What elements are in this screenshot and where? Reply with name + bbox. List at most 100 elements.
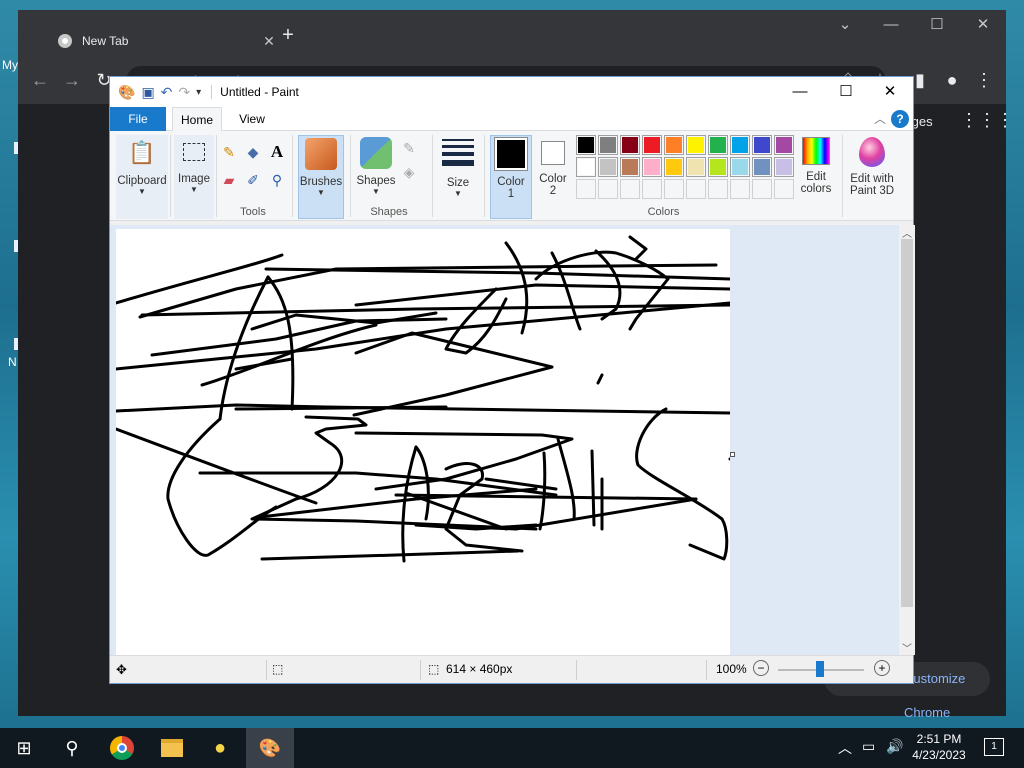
color-swatch[interactable]: [664, 157, 684, 177]
new-tab-button[interactable]: +: [276, 24, 300, 47]
brushes-button[interactable]: Brushes ▼: [298, 135, 344, 219]
ribbon-separator: [350, 135, 351, 217]
zoom-slider-thumb[interactable]: [816, 661, 824, 677]
color-swatch[interactable]: [598, 135, 618, 155]
size-button[interactable]: Size ▼: [438, 135, 478, 219]
custom-color-slot[interactable]: [576, 179, 596, 199]
desktop-icon-label[interactable]: My: [2, 58, 18, 72]
redo-icon[interactable]: ↷: [178, 84, 190, 101]
color-swatch[interactable]: [774, 157, 794, 177]
color-swatch[interactable]: [686, 157, 706, 177]
color-swatch[interactable]: [576, 135, 596, 155]
volume-icon[interactable]: 🔊: [886, 738, 903, 755]
custom-color-slot[interactable]: [752, 179, 772, 199]
paint-close-button[interactable]: ✕: [867, 77, 913, 107]
paint-app-icon[interactable]: 🎨: [118, 84, 135, 101]
profile-icon[interactable]: ●: [940, 70, 964, 91]
vertical-scrollbar[interactable]: ︿ ﹀: [899, 225, 915, 655]
back-icon[interactable]: ←: [28, 70, 52, 91]
color1-swatch: [494, 137, 528, 171]
color-swatch[interactable]: [730, 135, 750, 155]
color-swatch[interactable]: [642, 135, 662, 155]
custom-color-slot[interactable]: [642, 179, 662, 199]
status-separator: [576, 660, 577, 680]
minimize-button[interactable]: —: [868, 10, 914, 42]
paint-taskbar-icon[interactable]: 🎨: [246, 728, 294, 768]
outline-icon[interactable]: ✎: [400, 139, 418, 157]
undo-icon[interactable]: ↶: [161, 84, 173, 101]
network-icon[interactable]: ▭: [862, 738, 875, 755]
chrome-tab-bar: New Tab ✕ + ⌄ — ☐ ✕: [18, 10, 1006, 60]
save-icon[interactable]: ▣: [141, 84, 154, 101]
fill-icon[interactable]: ◆: [244, 143, 262, 161]
color-swatch[interactable]: [686, 135, 706, 155]
minimize-ribbon-icon[interactable]: ︿: [870, 107, 890, 131]
tips-lightbulb-icon[interactable]: ●: [196, 728, 244, 768]
color-swatch[interactable]: [752, 135, 772, 155]
scroll-down-icon[interactable]: ﹀: [899, 640, 915, 655]
scrollbar-thumb[interactable]: [901, 239, 913, 607]
fill-shape-icon[interactable]: ◈: [400, 163, 418, 181]
color-swatch[interactable]: [752, 157, 772, 177]
drawing-stroke: [635, 407, 729, 561]
help-icon[interactable]: ?: [891, 110, 909, 128]
zoom-in-icon[interactable]: +: [874, 660, 890, 676]
eraser-icon[interactable]: ▰: [220, 171, 238, 189]
custom-color-slot[interactable]: [686, 179, 706, 199]
canvas-resize-handle[interactable]: [730, 452, 735, 457]
color-swatch[interactable]: [708, 157, 728, 177]
menu-icon[interactable]: ⋮: [972, 70, 996, 91]
notification-center-icon[interactable]: 1: [984, 738, 1004, 756]
tab-file[interactable]: File: [110, 107, 166, 131]
color-swatch[interactable]: [664, 135, 684, 155]
start-button[interactable]: ⊞: [0, 728, 48, 768]
custom-color-slot[interactable]: [708, 179, 728, 199]
image-button[interactable]: Image ▼: [174, 135, 214, 219]
paint-maximize-button[interactable]: ☐: [823, 77, 869, 107]
custom-color-slot[interactable]: [730, 179, 750, 199]
color-swatch[interactable]: [598, 157, 618, 177]
drawing-canvas[interactable]: [116, 229, 730, 655]
file-explorer-icon[interactable]: [148, 728, 196, 768]
chrome-taskbar-icon[interactable]: [98, 728, 146, 768]
color-picker-icon[interactable]: ✐: [244, 171, 262, 189]
color-swatch[interactable]: [730, 157, 750, 177]
show-hidden-icons[interactable]: ︿: [838, 738, 852, 758]
chrome-tab[interactable]: New Tab ✕: [38, 22, 282, 60]
custom-color-slot[interactable]: [598, 179, 618, 199]
search-icon[interactable]: ⚲: [48, 728, 96, 768]
drawing-stroke: [116, 427, 318, 505]
drawing-stroke: [538, 451, 547, 531]
tab-search-icon[interactable]: ⌄: [822, 10, 868, 42]
customize-qat-icon[interactable]: ▾: [196, 87, 201, 98]
tab-home[interactable]: Home: [172, 107, 222, 131]
drawing-stroke: [556, 437, 576, 521]
desktop-icon-label[interactable]: N: [8, 355, 17, 369]
color-swatch[interactable]: [620, 135, 640, 155]
text-icon[interactable]: A: [268, 143, 286, 161]
custom-color-slot[interactable]: [664, 179, 684, 199]
close-button[interactable]: ✕: [960, 10, 1006, 42]
pencil-icon[interactable]: ✎: [220, 143, 238, 161]
tab-view[interactable]: View: [228, 107, 276, 131]
custom-color-slot[interactable]: [620, 179, 640, 199]
color-swatch[interactable]: [708, 135, 728, 155]
apps-grid-icon[interactable]: ⋮⋮⋮: [960, 110, 1014, 131]
color-swatch[interactable]: [576, 157, 596, 177]
color-swatch[interactable]: [774, 135, 794, 155]
color-swatch[interactable]: [642, 157, 662, 177]
paint-minimize-button[interactable]: —: [777, 77, 823, 107]
color1-button[interactable]: Color 1: [490, 135, 532, 219]
forward-icon[interactable]: →: [60, 70, 84, 91]
edit-colors-button[interactable]: Edit colors: [794, 135, 838, 219]
magnifier-icon[interactable]: ⚲: [268, 171, 286, 189]
color-swatch[interactable]: [620, 157, 640, 177]
edit-with-paint3d-button[interactable]: Edit with Paint 3D: [846, 135, 898, 219]
clock[interactable]: 2:51 PM 4/23/2023: [906, 732, 972, 762]
zoom-out-icon[interactable]: −: [753, 660, 769, 676]
custom-color-slot[interactable]: [774, 179, 794, 199]
clipboard-button[interactable]: 📋 Clipboard ▼: [116, 135, 168, 219]
scroll-up-icon[interactable]: ︿: [899, 225, 915, 240]
maximize-button[interactable]: ☐: [914, 10, 960, 42]
color2-button[interactable]: Color 2: [534, 135, 572, 219]
